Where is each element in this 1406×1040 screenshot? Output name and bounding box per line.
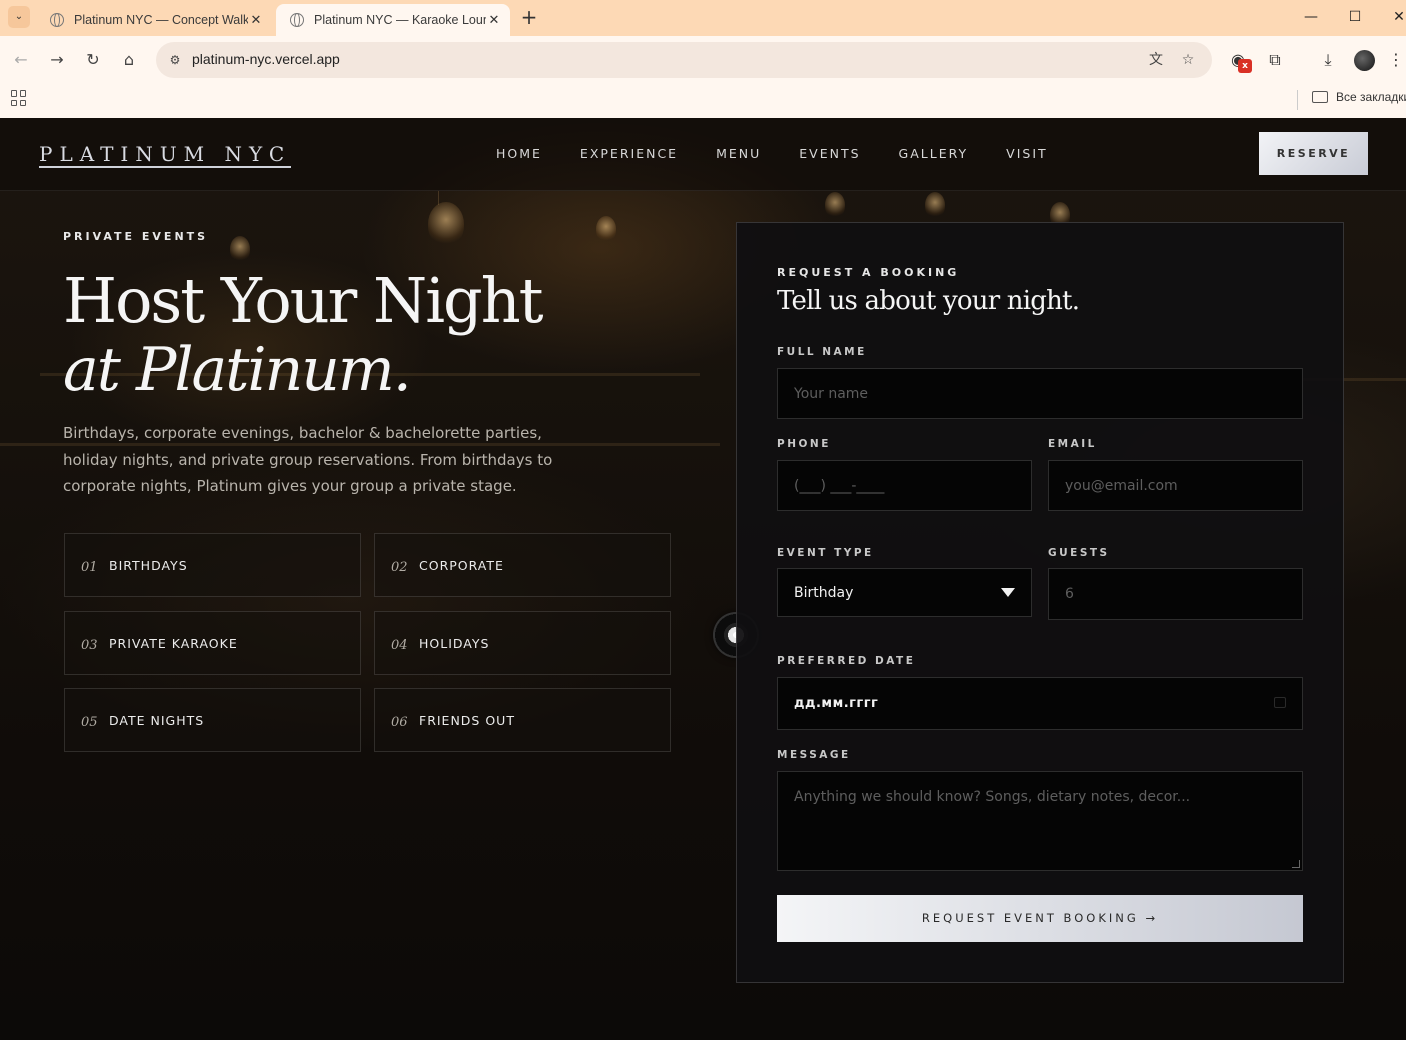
- request-event-booking-button[interactable]: REQUEST EVENT BOOKING →: [777, 895, 1303, 942]
- reserve-button[interactable]: RESERVE: [1259, 132, 1368, 175]
- bookmarks-bar: Все закладки: [0, 84, 1406, 118]
- tab-title: Platinum NYC — Karaoke Loung: [314, 13, 486, 27]
- nav-menu[interactable]: MENU: [716, 146, 761, 161]
- category-number: 02: [391, 559, 408, 575]
- puzzle-icon[interactable]: ⧉: [1263, 48, 1287, 72]
- category-label: CORPORATE: [419, 557, 504, 573]
- full-name-label: FULL NAME: [777, 346, 867, 358]
- home-icon[interactable]: ⌂: [117, 48, 141, 72]
- hero-title-line-1: Host Your Night: [63, 264, 544, 337]
- category-number: 04: [391, 637, 408, 653]
- pendant-bulb: [925, 192, 945, 218]
- event-type-label: EVENT TYPE: [777, 547, 874, 559]
- date-value: дд.мм.гггг: [794, 696, 879, 711]
- category-label: PRIVATE KARAOKE: [109, 635, 238, 651]
- back-arrow-icon[interactable]: ←: [9, 48, 33, 72]
- message-placeholder: Anything we should know? Songs, dietary …: [794, 789, 1191, 805]
- guests-label: GUESTS: [1048, 547, 1110, 559]
- tab-search-button[interactable]: ⌄: [8, 6, 30, 28]
- category-label: HOLIDAYS: [419, 635, 490, 651]
- apps-grid-icon[interactable]: [11, 90, 27, 106]
- preferred-date-label: PREFERRED DATE: [777, 655, 916, 667]
- event-category-corporate[interactable]: 02 CORPORATE: [374, 533, 671, 597]
- full-name-input[interactable]: Your name: [777, 368, 1303, 419]
- maximize-button[interactable]: ☐: [1340, 6, 1370, 28]
- section-eyebrow: PRIVATE EVENTS: [63, 230, 209, 243]
- tab-karaoke-lounge[interactable]: Platinum NYC — Karaoke Loung ✕: [276, 4, 510, 36]
- tab-close-icon[interactable]: ✕: [248, 12, 264, 28]
- tab-close-icon[interactable]: ✕: [486, 12, 502, 28]
- close-window-button[interactable]: ✕: [1384, 6, 1406, 28]
- globe-icon: [290, 13, 304, 27]
- site-settings-icon[interactable]: ⚙: [166, 51, 184, 69]
- site-logo[interactable]: PLATINUM NYC: [39, 143, 292, 168]
- booking-form-card: REQUEST A BOOKING Tell us about your nig…: [736, 222, 1344, 983]
- minimize-button[interactable]: —: [1296, 6, 1326, 28]
- event-category-friends-out[interactable]: 06 FRIENDS OUT: [374, 688, 671, 752]
- site-header: PLATINUM NYC HOME EXPERIENCE MENU EVENTS…: [0, 118, 1406, 191]
- profile-avatar[interactable]: [1354, 50, 1375, 71]
- phone-input[interactable]: (___) ___-____: [777, 460, 1032, 511]
- pendant-bulb: [428, 202, 464, 246]
- pendant-bulb: [825, 192, 845, 218]
- event-category-private-karaoke[interactable]: 03 PRIVATE KARAOKE: [64, 611, 361, 675]
- form-title: Tell us about your night.: [777, 286, 1080, 316]
- message-label: MESSAGE: [777, 749, 851, 761]
- translate-icon[interactable]: 文: [1146, 50, 1166, 70]
- event-category-date-nights[interactable]: 05 DATE NIGHTS: [64, 688, 361, 752]
- resize-grip-icon[interactable]: [1292, 860, 1300, 868]
- all-bookmarks-label: Все закладки: [1336, 90, 1406, 104]
- email-input[interactable]: you@email.com: [1048, 460, 1303, 511]
- event-category-holidays[interactable]: 04 HOLIDAYS: [374, 611, 671, 675]
- globe-icon: [50, 13, 64, 27]
- nav-home[interactable]: HOME: [496, 146, 542, 161]
- phone-label: PHONE: [777, 438, 831, 450]
- event-category-birthdays[interactable]: 01 BIRTHDAYS: [64, 533, 361, 597]
- bookmark-star-icon[interactable]: ☆: [1178, 50, 1198, 70]
- tab-strip: ⌄ Platinum NYC — Concept Walk ✕ Platinum…: [0, 0, 1406, 36]
- bookmarks-divider: [1297, 90, 1298, 110]
- all-bookmarks-folder[interactable]: Все закладки: [1312, 90, 1406, 104]
- nav-gallery[interactable]: GALLERY: [899, 146, 969, 161]
- category-label: BIRTHDAYS: [109, 557, 188, 573]
- browser-toolbar: ← → ↻ ⌂ ⚙ platinum-nyc.vercel.app 文 ☆ ◉ …: [0, 36, 1406, 84]
- forward-arrow-icon[interactable]: →: [45, 48, 69, 72]
- event-type-value: Birthday: [794, 584, 854, 601]
- category-label: FRIENDS OUT: [419, 712, 515, 728]
- address-bar[interactable]: ⚙ platinum-nyc.vercel.app 文 ☆: [156, 42, 1212, 78]
- hero-title-line-2: at Platinum.: [63, 335, 412, 405]
- event-type-select[interactable]: Birthday: [777, 568, 1032, 617]
- nav-experience[interactable]: EXPERIENCE: [580, 146, 678, 161]
- nav-visit[interactable]: VISIT: [1006, 146, 1048, 161]
- new-tab-button[interactable]: +: [518, 6, 540, 28]
- main-nav: HOME EXPERIENCE MENU EVENTS GALLERY VISI…: [496, 146, 1086, 161]
- category-number: 03: [81, 637, 98, 653]
- preferred-date-input[interactable]: дд.мм.гггг: [777, 677, 1303, 730]
- category-number: 05: [81, 714, 98, 730]
- download-icon[interactable]: ⤓: [1316, 48, 1340, 72]
- menu-kebab-icon[interactable]: ⋮: [1384, 48, 1406, 72]
- guests-input[interactable]: 6: [1048, 568, 1303, 620]
- url-text[interactable]: platinum-nyc.vercel.app: [192, 51, 340, 67]
- hero-lead: Birthdays, corporate evenings, bachelor …: [63, 424, 553, 495]
- reload-icon[interactable]: ↻: [81, 48, 105, 72]
- tab-title: Platinum NYC — Concept Walk: [74, 13, 248, 27]
- folder-icon: [1312, 91, 1328, 103]
- category-number: 01: [81, 559, 98, 575]
- email-label: EMAIL: [1048, 438, 1097, 450]
- form-kicker: REQUEST A BOOKING: [777, 266, 960, 279]
- nav-events[interactable]: EVENTS: [799, 146, 860, 161]
- extension-badge-icon: x: [1238, 59, 1252, 73]
- caret-down-icon: [1001, 588, 1015, 597]
- pendant-bulb: [596, 216, 616, 242]
- tab-concept-walk[interactable]: Platinum NYC — Concept Walk ✕: [36, 4, 272, 36]
- pendant-bulb: [230, 236, 250, 262]
- message-textarea[interactable]: Anything we should know? Songs, dietary …: [777, 771, 1303, 871]
- calendar-icon[interactable]: [1274, 697, 1286, 708]
- page-viewport: PLATINUM NYC HOME EXPERIENCE MENU EVENTS…: [0, 118, 1406, 1040]
- category-number: 06: [391, 714, 408, 730]
- category-label: DATE NIGHTS: [109, 712, 205, 728]
